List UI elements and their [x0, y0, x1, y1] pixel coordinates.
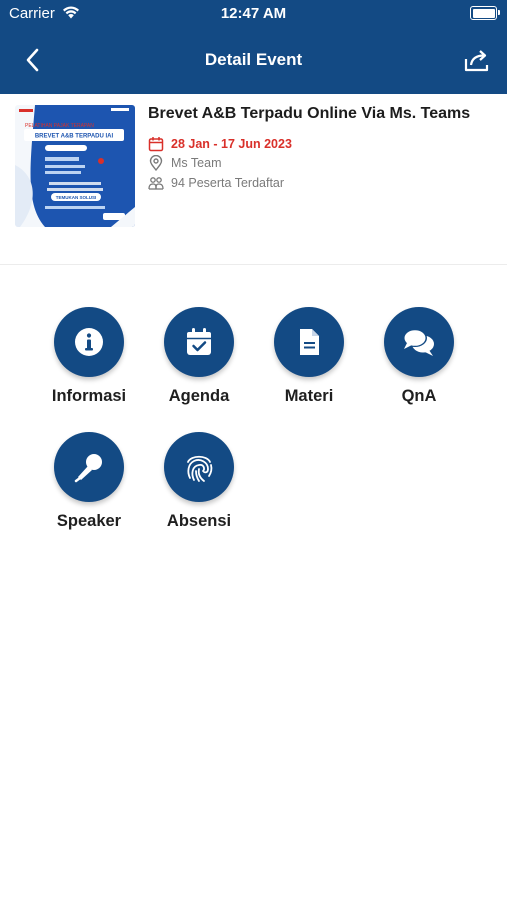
menu-speaker[interactable]: Speaker	[34, 432, 144, 542]
menu-materi[interactable]: Materi	[254, 307, 364, 417]
event-location: Ms Team	[171, 156, 222, 170]
status-bar: Carrier 12:47 AM	[0, 0, 507, 28]
menu-agenda-label: Agenda	[168, 387, 230, 405]
menu-qna-label: QnA	[401, 387, 437, 405]
poster-heading: PELATIHAN PAJAK TERAPAN	[25, 123, 94, 129]
share-button[interactable]	[463, 46, 491, 74]
event-poster[interactable]: PELATIHAN PAJAK TERAPAN BREVET A&B TERPA…	[15, 105, 135, 227]
menu-materi-label: Materi	[284, 387, 334, 405]
info-icon	[75, 328, 103, 356]
fingerprint-icon	[187, 455, 213, 482]
event-location-row: Ms Team	[148, 154, 221, 172]
menu-agenda[interactable]: Agenda	[144, 307, 254, 417]
chat-bubbles-icon	[403, 329, 434, 356]
share-icon	[464, 50, 489, 72]
event-date: 28 Jan - 17 Jun 2023	[171, 137, 292, 151]
location-pin-icon	[149, 155, 163, 171]
battery-icon	[470, 6, 500, 20]
event-title: Brevet A&B Terpadu Online Via Ms. Teams	[148, 105, 471, 122]
microphone-icon	[74, 454, 102, 483]
menu-informasi-label: Informasi	[51, 387, 127, 405]
poster-title: BREVET A&B TERPADU IAI	[35, 134, 114, 140]
poster-badge: TEMUKAN SOLUSI	[56, 195, 97, 200]
document-icon	[300, 329, 319, 355]
calendar-icon	[148, 137, 164, 152]
calendar-check-icon	[187, 328, 211, 355]
event-participants: 94 Peserta Terdaftar	[171, 176, 285, 190]
page-title: Detail Event	[204, 50, 303, 69]
menu-informasi[interactable]: Informasi	[34, 307, 144, 417]
navigation-bar: Carrier 12:47 AM Detail Event	[0, 0, 507, 94]
menu-speaker-label: Speaker	[56, 512, 122, 530]
menu-absensi-label: Absensi	[166, 512, 232, 530]
menu-qna[interactable]: QnA	[364, 307, 474, 417]
event-date-row: 28 Jan - 17 Jun 2023	[148, 135, 292, 153]
event-summary: PELATIHAN PAJAK TERAPAN BREVET A&B TERPA…	[0, 94, 507, 265]
event-participants-row: 94 Peserta Terdaftar	[148, 174, 284, 192]
users-icon	[148, 177, 164, 190]
status-time: 12:47 AM	[220, 5, 287, 22]
menu-absensi[interactable]: Absensi	[144, 432, 254, 542]
